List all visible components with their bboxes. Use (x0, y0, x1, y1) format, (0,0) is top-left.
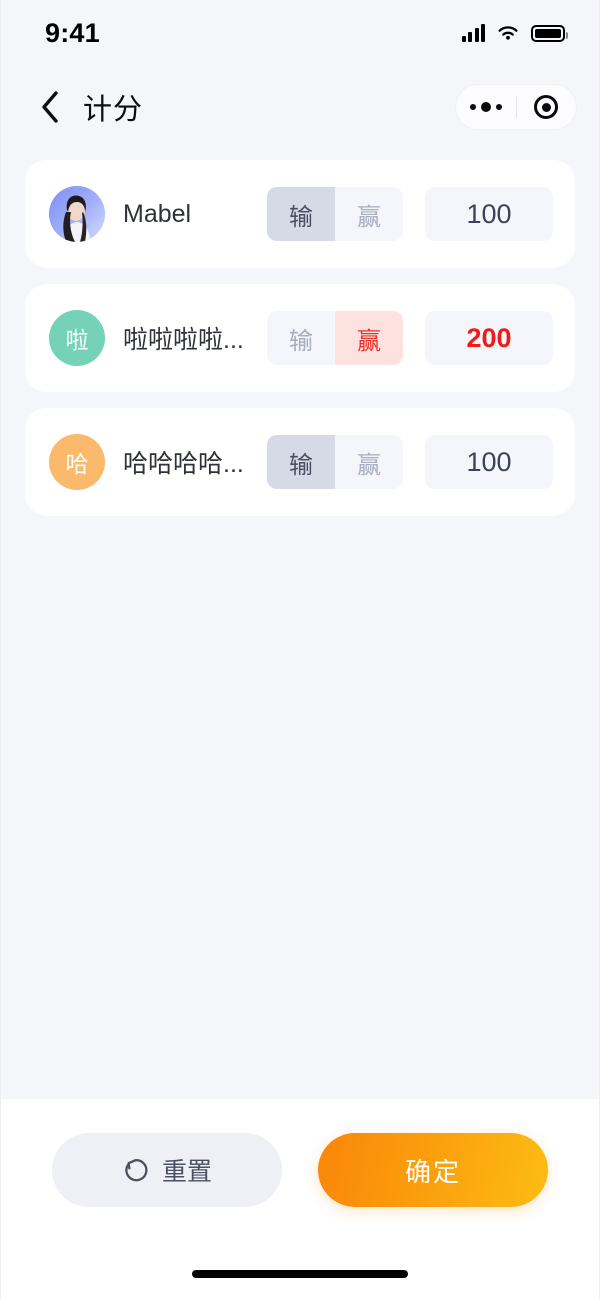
avatar[interactable] (49, 186, 105, 242)
result-segment: 输 赢 (267, 311, 403, 365)
cellular-signal-icon (461, 24, 485, 42)
avatar-initial: 啦 (65, 327, 89, 353)
app-screen: 9:41 计分 Mabel 输 赢 100 啦 啦啦啦啦... 输 赢 200 … (0, 0, 600, 1299)
wifi-icon (498, 26, 518, 40)
table-row: Mabel 输 赢 100 (25, 160, 575, 268)
lose-button[interactable]: 输 (267, 187, 335, 241)
reset-label: 重置 (161, 1158, 212, 1186)
lose-button[interactable]: 输 (267, 435, 335, 489)
table-row: 啦 啦啦啦啦... 输 赢 200 (25, 284, 575, 392)
refresh-ccw-icon (125, 1159, 148, 1182)
avatar[interactable]: 啦 (49, 310, 105, 366)
result-segment: 输 赢 (267, 435, 403, 489)
home-indicator-area (1, 1259, 599, 1299)
confirm-button[interactable]: 确定 (318, 1133, 548, 1207)
win-button[interactable]: 赢 (335, 311, 403, 365)
win-button[interactable]: 赢 (335, 187, 403, 241)
status-bar: 9:41 (1, 0, 599, 66)
home-indicator[interactable] (192, 1270, 408, 1278)
player-name: Mabel (123, 199, 192, 228)
navigation-bar: 计分 (1, 66, 599, 148)
back-button[interactable] (29, 83, 71, 131)
status-time: 9:41 (45, 17, 100, 48)
battery-full-icon (531, 24, 568, 42)
target-circle-icon[interactable] (517, 95, 577, 119)
lose-button[interactable]: 输 (267, 311, 335, 365)
table-row: 哈 哈哈哈哈... 输 赢 100 (25, 408, 575, 516)
avatar-photo-icon (49, 186, 105, 242)
result-segment: 输 赢 (267, 187, 403, 241)
chevron-left-icon (42, 91, 58, 123)
more-dots-icon[interactable] (456, 102, 516, 112)
page-title: 计分 (83, 94, 144, 126)
player-list: Mabel 输 赢 100 啦 啦啦啦啦... 输 赢 200 哈 哈哈哈哈.. (1, 148, 599, 1099)
win-button[interactable]: 赢 (335, 435, 403, 489)
avatar[interactable]: 哈 (49, 434, 105, 490)
score-value[interactable]: 100 (425, 435, 553, 489)
reset-button[interactable]: 重置 (52, 1133, 282, 1207)
score-value[interactable]: 200 (425, 311, 553, 365)
player-name: 哈哈哈哈... (123, 450, 244, 478)
action-bar: 重置 确定 (1, 1099, 599, 1259)
player-name: 啦啦啦啦... (123, 326, 244, 354)
wechat-capsule-menu (455, 84, 577, 130)
score-value[interactable]: 100 (425, 187, 553, 241)
status-indicators (461, 24, 568, 42)
avatar-initial: 哈 (65, 451, 89, 477)
